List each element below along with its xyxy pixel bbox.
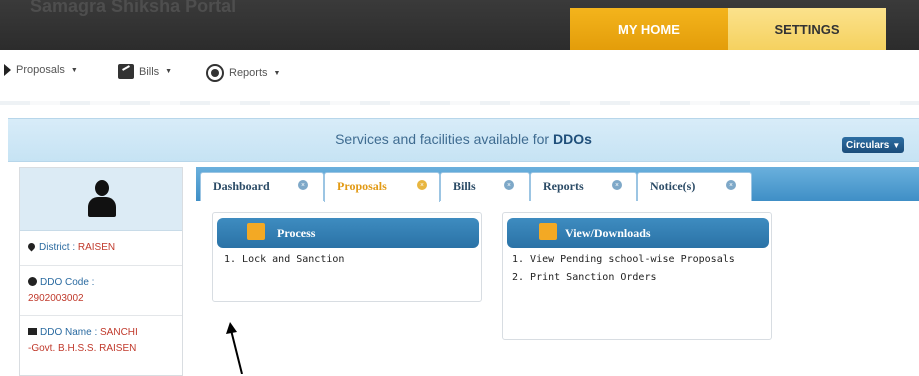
close-icon[interactable]: × [612, 180, 622, 190]
circulars-button[interactable]: Circulars ▼ [842, 137, 905, 153]
info-icon [28, 277, 37, 286]
ddo-profile-panel: District : RAISEN DDO Code : 2902003002 … [19, 167, 183, 376]
ddo-code-info: DDO Code : 2902003002 [28, 275, 176, 307]
tab-notices-label: Notice(s) [650, 179, 696, 193]
banner-text-prefix: Services and facilities available for [335, 131, 553, 147]
user-avatar-icon [88, 180, 116, 220]
tab-reports-label: Reports [543, 179, 584, 193]
ddo-code-value: 2902003002 [28, 293, 84, 304]
district-info: District : RAISEN [26, 240, 176, 256]
tab-notices[interactable]: Notice(s) × [637, 172, 752, 201]
process-list: 1. Lock and Sanction [224, 251, 344, 269]
folder-arrow-icon [247, 223, 265, 240]
circulars-label: Circulars [846, 139, 890, 151]
chevron-down-icon: ▼ [892, 140, 901, 150]
reports-icon [206, 64, 224, 82]
list-item[interactable]: 1. Lock and Sanction [224, 251, 344, 269]
menu-bills-label: Bills [139, 65, 160, 78]
process-title: Process [277, 226, 316, 240]
menu-proposals[interactable]: Proposals ▼ [4, 64, 78, 76]
monitor-download-icon [539, 223, 557, 240]
divider [20, 315, 182, 316]
ddo-name-value: SANCHI [100, 327, 138, 338]
banner-text: Services and facilities available for DD… [8, 131, 919, 147]
caret-down-icon: ▼ [273, 69, 281, 77]
arrow-right-icon [4, 64, 11, 76]
tab-bills-label: Bills [453, 179, 476, 193]
ddo-name-value-2: -Govt. B.H.S.S. RAISEN [28, 343, 137, 354]
avatar-box [20, 168, 182, 231]
close-icon[interactable]: × [417, 180, 427, 190]
caret-down-icon: ▼ [70, 66, 78, 74]
ddo-code-label: DDO Code : [40, 277, 95, 288]
close-icon[interactable]: × [298, 180, 308, 190]
downloads-header[interactable]: View/Downloads [507, 218, 769, 248]
menu-bar: Proposals ▼ Bills ▼ Reports ▼ [0, 50, 919, 103]
banner-text-bold: DDOs [552, 131, 592, 147]
list-item[interactable]: 2. Print Sanction Orders [512, 269, 735, 287]
top-header: Samagra Shiksha Portal MY HOME SETTINGS [0, 0, 919, 50]
district-value: RAISEN [77, 242, 116, 253]
my-home-tab[interactable]: MY HOME [570, 8, 728, 50]
my-home-label: MY HOME [618, 21, 680, 37]
menu-bills[interactable]: Bills ▼ [118, 64, 172, 79]
district-label: District : [39, 242, 78, 253]
building-icon [28, 328, 37, 335]
tab-dashboard[interactable]: Dashboard × [200, 172, 324, 201]
annotation-arrow-icon [226, 322, 243, 374]
menu-proposals-label: Proposals [16, 64, 65, 76]
bills-icon [118, 64, 134, 79]
close-icon[interactable]: × [504, 180, 514, 190]
map-pin-icon [26, 241, 37, 252]
divider [0, 101, 919, 105]
close-icon[interactable]: × [726, 180, 736, 190]
caret-down-icon: ▼ [165, 68, 173, 75]
ddo-name-info: DDO Name : SANCHI -Govt. B.H.S.S. RAISEN [28, 325, 176, 357]
divider [20, 265, 182, 266]
tab-proposals[interactable]: Proposals × [324, 172, 440, 202]
settings-label: SETTINGS [774, 21, 840, 37]
tab-reports[interactable]: Reports × [530, 172, 637, 201]
downloads-title: View/Downloads [565, 226, 651, 240]
tab-bills[interactable]: Bills × [440, 172, 530, 201]
menu-reports[interactable]: Reports ▼ [206, 64, 280, 82]
menu-reports-label: Reports [229, 67, 268, 79]
list-item[interactable]: 1. View Pending school-wise Proposals [512, 251, 735, 269]
ddo-name-label: DDO Name : [40, 327, 101, 338]
process-header[interactable]: Process [217, 218, 479, 248]
services-banner: Services and facilities available for DD… [8, 118, 919, 162]
tab-dashboard-label: Dashboard [213, 179, 270, 193]
downloads-list: 1. View Pending school-wise Proposals 2.… [512, 251, 735, 287]
settings-tab[interactable]: SETTINGS [728, 8, 886, 50]
portal-title: Samagra Shiksha Portal [30, 0, 237, 16]
tab-proposals-label: Proposals [337, 179, 387, 193]
